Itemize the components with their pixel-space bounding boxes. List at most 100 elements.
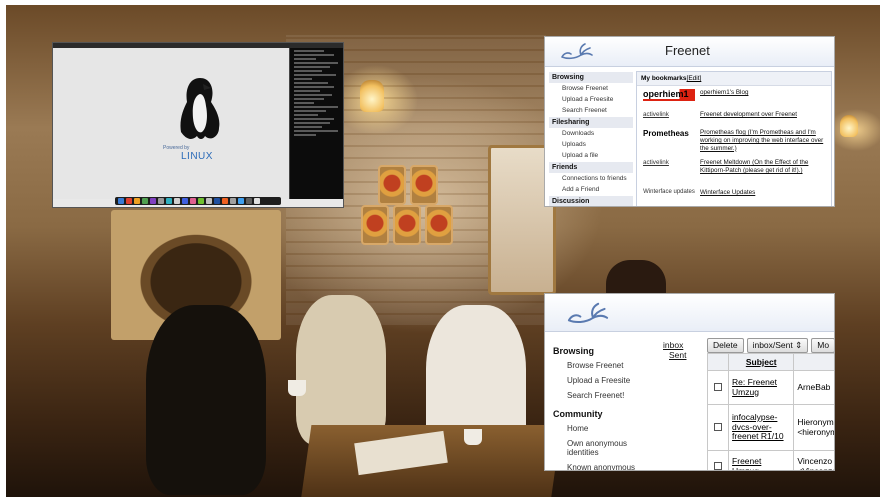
sidebar-item-known-anonymous-identities[interactable]: Known anonymous identities xyxy=(551,460,655,470)
dock-app-icon[interactable] xyxy=(214,198,220,204)
dock-app-icon[interactable] xyxy=(222,198,228,204)
freenet-window-bookmarks: Freenet Browsing Browse Freenet Upload a F… xyxy=(544,36,835,207)
message-sender: Hieronym <hieronym xyxy=(793,404,834,451)
dock-app-icon[interactable] xyxy=(238,198,244,204)
bookmark-thumbnail[interactable]: Prometheas xyxy=(643,129,695,138)
bookmark-link[interactable]: Freenet Meltdown xyxy=(700,159,750,166)
folder-link-sent[interactable]: Sent xyxy=(663,350,687,360)
sidebar-item-browse-freenet[interactable]: Browse Freenet xyxy=(551,358,655,373)
sidebar-section-filesharing: Filesharing xyxy=(549,117,633,128)
dock-app-icon[interactable] xyxy=(246,198,252,204)
sidebar-item-upload-a-freesite[interactable]: Upload a Freesite xyxy=(549,94,633,105)
coffee-cup xyxy=(464,429,482,445)
sidebar-section-browsing: Browsing xyxy=(549,72,633,83)
freenet-header xyxy=(545,294,834,332)
penguin-logo-icon xyxy=(180,78,220,139)
freenet-title: Freenet xyxy=(665,43,710,58)
dock-app-icon[interactable] xyxy=(182,198,188,204)
bookmarks-heading: My bookmarks[Edit] xyxy=(637,72,831,86)
bookmark-row: activelink Freenet development over Freen… xyxy=(637,108,831,126)
sidebar-item-search-freenet[interactable]: Search Freenet! xyxy=(551,388,655,403)
dock-app-icon[interactable] xyxy=(190,198,196,204)
bookmark-entry: operhiem1's Blog xyxy=(700,89,828,97)
sidebar-section-friends: Friends xyxy=(549,162,633,173)
freenet-rabbit-logo-icon[interactable] xyxy=(565,300,611,328)
bookmarks-heading-label: My bookmarks xyxy=(641,75,687,82)
freenet-rabbit-logo-icon[interactable] xyxy=(559,41,595,63)
bookmark-thumbnail[interactable]: activelink xyxy=(643,159,695,166)
wall-mask xyxy=(425,205,453,245)
wall-mask xyxy=(410,165,438,205)
dock-app-icon[interactable] xyxy=(166,198,172,204)
table-row[interactable]: infocalypse-dvcs-over-freenet R1/10 Hier… xyxy=(706,404,834,451)
dock-app-icon[interactable] xyxy=(206,198,212,204)
freenet-window-mail: Browsing Browse Freenet Upload a Freesite S… xyxy=(544,293,835,471)
bookmark-entry: Prometheas flog (I'm Prometheas and I'm … xyxy=(700,129,828,153)
folder-link-inbox[interactable]: inbox xyxy=(663,340,687,350)
person xyxy=(296,295,386,445)
bookmark-thumbnail[interactable]: operhiem1 xyxy=(643,89,695,101)
bookmark-entry: Freenet development over Freenet xyxy=(700,111,828,119)
subject-column-header[interactable]: Subject xyxy=(728,353,795,371)
folder-select[interactable]: inbox/Sent ⇕ xyxy=(746,338,809,353)
linux-desktop-window: Powered by LINUX xyxy=(52,42,344,208)
bookmark-row: activelink Freenet Meltdown (On the Effec… xyxy=(637,156,831,186)
bookmark-link[interactable]: operhiem1's Blog xyxy=(700,89,748,96)
bookmarks-edit-link[interactable]: [Edit] xyxy=(687,75,702,82)
desktop-area: Powered by LINUX xyxy=(53,48,289,199)
sidebar-section-browsing: Browsing xyxy=(553,346,595,356)
delete-button[interactable]: Delete xyxy=(707,338,744,353)
bookmark-link[interactable]: Prometheas flog xyxy=(700,129,746,136)
sidebar-item-upload-a-freesite[interactable]: Upload a Freesite xyxy=(551,373,655,388)
dock-app-icon[interactable] xyxy=(142,198,148,204)
person xyxy=(146,305,266,495)
bookmark-link[interactable]: Freenet development over Freenet xyxy=(700,111,797,118)
bookmarks-panel: My bookmarks[Edit] operhiem1 operhiem1's … xyxy=(636,71,832,206)
chevron-updown-icon: ⇕ xyxy=(795,340,803,350)
bookmark-thumbnail[interactable]: Winterface updates xyxy=(643,189,695,197)
sidebar-section-discussion: Discussion xyxy=(549,196,633,206)
row-checkbox[interactable] xyxy=(714,382,723,391)
folder-select-value: inbox/Sent xyxy=(752,340,793,350)
dock-app-icon[interactable] xyxy=(230,198,236,204)
message-table: Subject Re: Freenet Umzug ArneBab infoca… xyxy=(706,353,834,470)
more-button[interactable]: Mo xyxy=(811,338,834,353)
bookmark-thumbnail[interactable]: activelink xyxy=(643,111,695,118)
message-subject-link[interactable]: Re: Freenet Umzug xyxy=(728,370,795,405)
application-dock[interactable] xyxy=(115,197,281,205)
dock-app-icon[interactable] xyxy=(254,198,260,204)
sidebar-item-browse-freenet[interactable]: Browse Freenet xyxy=(549,83,633,94)
freenet-header: Freenet xyxy=(545,37,834,67)
bookmark-list: operhiem1 operhiem1's Blog activelink Freen… xyxy=(637,86,831,206)
message-subject-link[interactable]: infocalypse-dvcs-over-freenet R1/10 xyxy=(728,404,795,451)
dock-app-icon[interactable] xyxy=(174,198,180,204)
hanging-lamp xyxy=(840,115,858,137)
dock-app-icon[interactable] xyxy=(150,198,156,204)
coffee-cup xyxy=(288,380,306,396)
terminal-panel xyxy=(289,48,343,199)
sidebar-item-connections-to-friends[interactable]: Connections to friends xyxy=(549,173,633,184)
message-subject-link[interactable]: Freenet Umzug xyxy=(728,450,795,470)
dock-app-icon[interactable] xyxy=(198,198,204,204)
bookmark-link[interactable]: Winterface Updates xyxy=(700,189,755,196)
sidebar-item-add-a-friend[interactable]: Add a Friend xyxy=(549,184,633,195)
sidebar-item-downloads[interactable]: Downloads xyxy=(549,128,633,139)
dock-app-icon[interactable] xyxy=(158,198,164,204)
bookmark-row: Prometheas Prometheas flog (I'm Promethea… xyxy=(637,126,831,156)
dock-app-icon[interactable] xyxy=(118,198,124,204)
sidebar-item-upload-a-file[interactable]: Upload a file xyxy=(549,150,633,161)
hanging-lamp xyxy=(360,80,384,112)
row-checkbox[interactable] xyxy=(714,461,723,470)
sidebar-item-own-anonymous-identities[interactable]: Own anonymous identities xyxy=(551,436,655,460)
sidebar-item-home[interactable]: Home xyxy=(551,421,655,436)
mail-toolbar: Delete inbox/Sent ⇕ Mo xyxy=(707,338,834,353)
sidebar-item-search-freenet[interactable]: Search Freenet xyxy=(549,105,633,116)
sidebar-item-uploads[interactable]: Uploads xyxy=(549,139,633,150)
wall-mask xyxy=(361,205,389,245)
freenet-sidebar-nav: Browsing Browse Freenet Upload a Freesite S… xyxy=(549,71,633,206)
table-row[interactable]: Re: Freenet Umzug ArneBab xyxy=(706,370,834,405)
row-checkbox[interactable] xyxy=(714,422,723,431)
table-row[interactable]: Freenet Umzug Vincenzo <Vincenzo xyxy=(706,450,834,470)
dock-app-icon[interactable] xyxy=(134,198,140,204)
dock-app-icon[interactable] xyxy=(126,198,132,204)
